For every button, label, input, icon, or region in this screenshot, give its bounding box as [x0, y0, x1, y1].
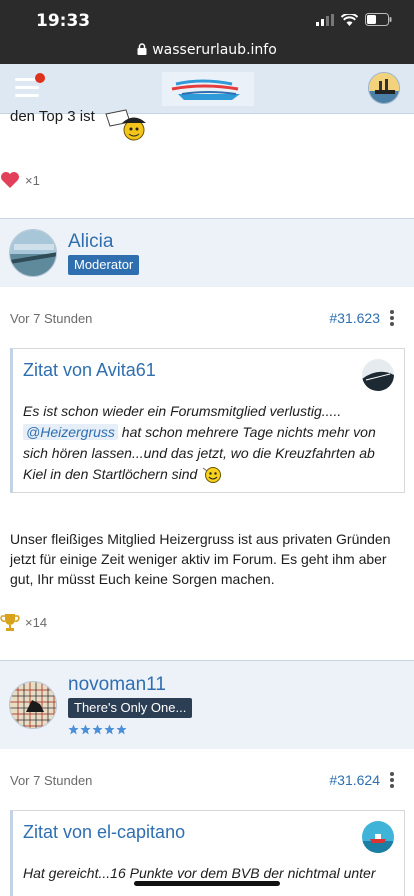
lock-icon: [137, 42, 147, 55]
site-header: [0, 64, 414, 114]
star-icon: [80, 724, 91, 735]
status-time: 19:33: [36, 11, 91, 31]
post-time[interactable]: Vor 7 Stunden: [10, 773, 92, 788]
reaction-summary[interactable]: ×1: [0, 171, 40, 189]
reaction-count: ×14: [25, 614, 48, 630]
reaction-count: ×1: [25, 172, 40, 188]
quote-title[interactable]: Zitat von el-capitano: [23, 822, 185, 843]
quote-title[interactable]: Zitat von Avita61: [23, 360, 156, 381]
star-icon: [104, 724, 115, 735]
trophy-icon: [0, 614, 20, 631]
rank-stars: [68, 724, 127, 735]
address-bar[interactable]: wasserurlaub.info: [0, 36, 414, 64]
user-avatar[interactable]: [368, 72, 400, 104]
site-logo[interactable]: [162, 70, 254, 108]
post-author-bar: novoman11 There's Only One...: [0, 661, 414, 749]
quote-text: Es ist schon wieder ein Forumsmitglied v…: [23, 401, 383, 485]
page: 19:33 wasserurlaub.info den Top 3 ist ×1…: [0, 0, 414, 896]
laughing-smiley-icon: [202, 467, 222, 483]
author-name[interactable]: novoman11: [68, 674, 166, 696]
more-options-icon[interactable]: [390, 772, 394, 788]
status-bar: 19:33: [0, 0, 414, 36]
quote-author-avatar[interactable]: [362, 821, 394, 853]
wifi-icon: [341, 13, 358, 26]
quote-text-part: Hat gereicht...16 Punkte vor dem BVB der…: [23, 865, 376, 881]
author-avatar[interactable]: [9, 681, 57, 729]
post-author-bar: Alicia Moderator: [0, 219, 414, 287]
star-icon: [116, 724, 127, 735]
moderator-badge: Moderator: [68, 255, 140, 275]
author-name[interactable]: Alicia: [68, 231, 113, 253]
quote-block: Zitat von Avita61 Es ist schon wieder ei…: [10, 348, 405, 493]
status-icons: [316, 13, 392, 26]
rank-badge: There's Only One...: [68, 698, 193, 718]
url-text: wasserurlaub.info: [152, 42, 277, 58]
home-indicator: [134, 881, 280, 886]
previous-post-text: den Top 3 ist: [10, 108, 95, 125]
author-avatar[interactable]: [9, 229, 57, 277]
notification-dot: [35, 73, 45, 83]
quote-text-part: Es ist schon wieder ein Forumsmitglied v…: [23, 403, 342, 419]
post-number[interactable]: #31.624: [329, 772, 380, 788]
cellular-signal-icon: [316, 13, 334, 26]
heart-icon: [1, 172, 19, 188]
reaction-summary[interactable]: ×14: [0, 612, 47, 632]
quote-author-avatar[interactable]: [362, 359, 394, 391]
mention-link[interactable]: @Heizergruss: [23, 424, 118, 440]
post-time[interactable]: Vor 7 Stunden: [10, 311, 92, 326]
post-text: Unser fleißiges Mitglied Heizergruss ist…: [10, 531, 391, 587]
star-icon: [68, 724, 79, 735]
battery-icon: [365, 13, 392, 26]
pirate-smiley-icon: [105, 109, 146, 141]
post-number[interactable]: #31.623: [329, 310, 380, 326]
star-icon: [92, 724, 103, 735]
more-options-icon[interactable]: [390, 310, 394, 326]
